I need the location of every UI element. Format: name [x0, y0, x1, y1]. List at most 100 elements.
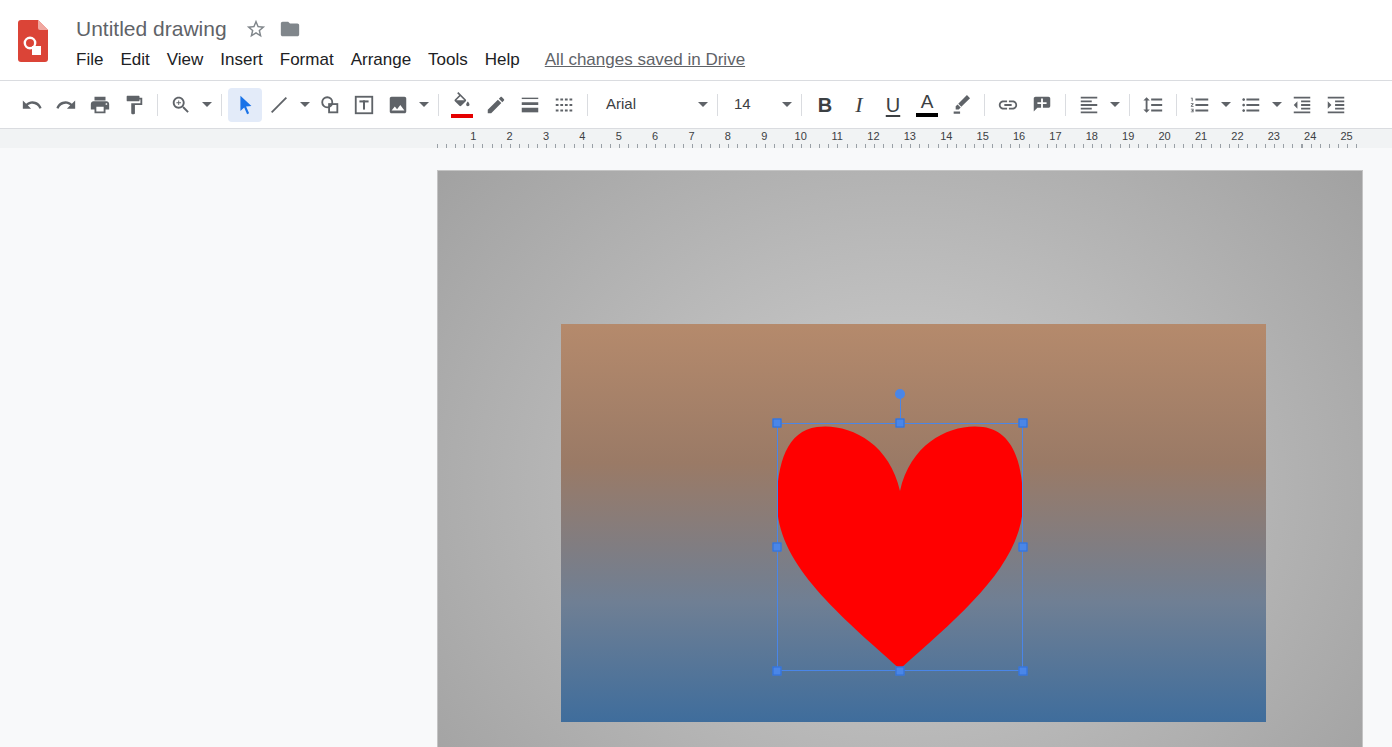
heart-shape[interactable]	[777, 423, 1023, 671]
font-label: Arial	[606, 93, 636, 116]
textbox-icon	[353, 94, 375, 116]
line-icon	[268, 94, 290, 116]
select-button[interactable]	[228, 88, 262, 122]
resize-handle[interactable]	[773, 419, 782, 428]
toolbar-group	[228, 88, 432, 122]
toolbar-group	[15, 88, 151, 122]
resize-handle[interactable]	[896, 419, 905, 428]
indent-button[interactable]	[1319, 88, 1353, 122]
size-dropdown[interactable]: 14	[724, 88, 778, 122]
ruler-number: 19	[1110, 129, 1146, 148]
textbox-button[interactable]	[347, 88, 381, 122]
menu-item[interactable]: View	[167, 48, 204, 72]
star-icon[interactable]	[245, 18, 267, 40]
highlight-icon	[950, 94, 972, 116]
toolbar-group	[991, 88, 1059, 122]
italic-glyph: I	[855, 95, 862, 115]
bold-glyph: B	[818, 95, 832, 115]
save-status[interactable]: All changes saved in Drive	[545, 48, 745, 72]
dash-button[interactable]	[547, 88, 581, 122]
toolbar-group	[1183, 88, 1353, 122]
ruler-number: 3	[528, 129, 564, 148]
print-button[interactable]	[83, 88, 117, 122]
zoom-button[interactable]	[164, 88, 198, 122]
folder-icon[interactable]	[279, 18, 301, 40]
toolbar-group	[1072, 88, 1123, 122]
line-button[interactable]	[262, 88, 296, 122]
drawing-canvas[interactable]	[437, 170, 1363, 747]
image-button[interactable]	[381, 88, 415, 122]
document-title[interactable]: Untitled drawing	[76, 14, 227, 44]
link-button[interactable]	[991, 88, 1025, 122]
toolbar-group	[164, 88, 215, 122]
font-dropdown[interactable]: Arial	[594, 88, 694, 122]
ruler-number: 1	[455, 129, 491, 148]
resize-handle[interactable]	[773, 667, 782, 676]
resize-handle[interactable]	[1019, 543, 1028, 552]
ruler-number: 24	[1292, 129, 1328, 148]
ruler-number: 2	[491, 129, 527, 148]
toolbar: Arial 14 B IUA	[0, 81, 1392, 129]
dropdown-caret-icon[interactable]	[296, 88, 313, 122]
drawings-app: Untitled drawing File Edit View Insert Forma…	[0, 0, 1392, 747]
header: Untitled drawing File Edit View Insert Forma…	[0, 0, 1392, 81]
fill-button[interactable]	[445, 88, 479, 122]
resize-handle[interactable]	[1019, 667, 1028, 676]
undo-button[interactable]	[15, 88, 49, 122]
dropdown-caret-icon[interactable]	[1268, 88, 1285, 122]
dropdown-caret-icon[interactable]	[778, 88, 795, 122]
bulleted-icon	[1240, 94, 1262, 116]
resize-handle[interactable]	[1019, 419, 1028, 428]
dropdown-caret-icon[interactable]	[198, 88, 215, 122]
dropdown-caret-icon[interactable]	[694, 88, 711, 122]
shape-button[interactable]	[313, 88, 347, 122]
toolbar-separator	[984, 94, 985, 116]
comment-button[interactable]	[1025, 88, 1059, 122]
rotation-handle[interactable]	[895, 389, 905, 399]
menu-item[interactable]: Arrange	[351, 48, 411, 72]
highlight-button[interactable]	[944, 88, 978, 122]
resize-handle[interactable]	[896, 667, 905, 676]
menu-item[interactable]: Edit	[120, 48, 149, 72]
ruler-number: 11	[819, 129, 855, 148]
ruler-pad	[0, 129, 437, 148]
menu-item[interactable]: Help	[485, 48, 520, 72]
spacing-icon	[1142, 94, 1164, 116]
size-label: 14	[734, 93, 751, 116]
italic-button[interactable]: I	[842, 88, 876, 122]
align-button[interactable]	[1072, 88, 1106, 122]
redo-button[interactable]	[49, 88, 83, 122]
weight-button[interactable]	[513, 88, 547, 122]
textcolor-button[interactable]: A	[910, 88, 944, 122]
drawings-logo-icon[interactable]	[18, 20, 48, 62]
workspace	[0, 148, 1392, 747]
menu-item[interactable]: Insert	[220, 48, 263, 72]
toolbar-group: B IUA	[808, 88, 978, 122]
pen-button[interactable]	[479, 88, 513, 122]
dropdown-caret-icon[interactable]	[415, 88, 432, 122]
underline-button[interactable]: U	[876, 88, 910, 122]
menu-item[interactable]: File	[76, 48, 103, 72]
ruler-number: 4	[564, 129, 600, 148]
indent-icon	[1325, 94, 1347, 116]
toolbar-group: 14	[724, 88, 795, 122]
numbered-button[interactable]	[1183, 88, 1217, 122]
resize-handle[interactable]	[773, 543, 782, 552]
ruler-number: 10	[783, 129, 819, 148]
menu-item[interactable]: Tools	[428, 48, 468, 72]
bold-button[interactable]: B	[808, 88, 842, 122]
bulleted-button[interactable]	[1234, 88, 1268, 122]
paint-icon	[123, 94, 145, 116]
dash-icon	[553, 94, 575, 116]
outdent-button[interactable]	[1285, 88, 1319, 122]
toolbar-separator	[438, 94, 439, 116]
paint-button[interactable]	[117, 88, 151, 122]
toolbar-separator	[801, 94, 802, 116]
pen-icon	[485, 94, 507, 116]
gutter	[0, 148, 437, 747]
dropdown-caret-icon[interactable]	[1217, 88, 1234, 122]
menu-item[interactable]: Format	[280, 48, 334, 72]
spacing-button[interactable]	[1136, 88, 1170, 122]
outdent-icon	[1291, 94, 1313, 116]
dropdown-caret-icon[interactable]	[1106, 88, 1123, 122]
